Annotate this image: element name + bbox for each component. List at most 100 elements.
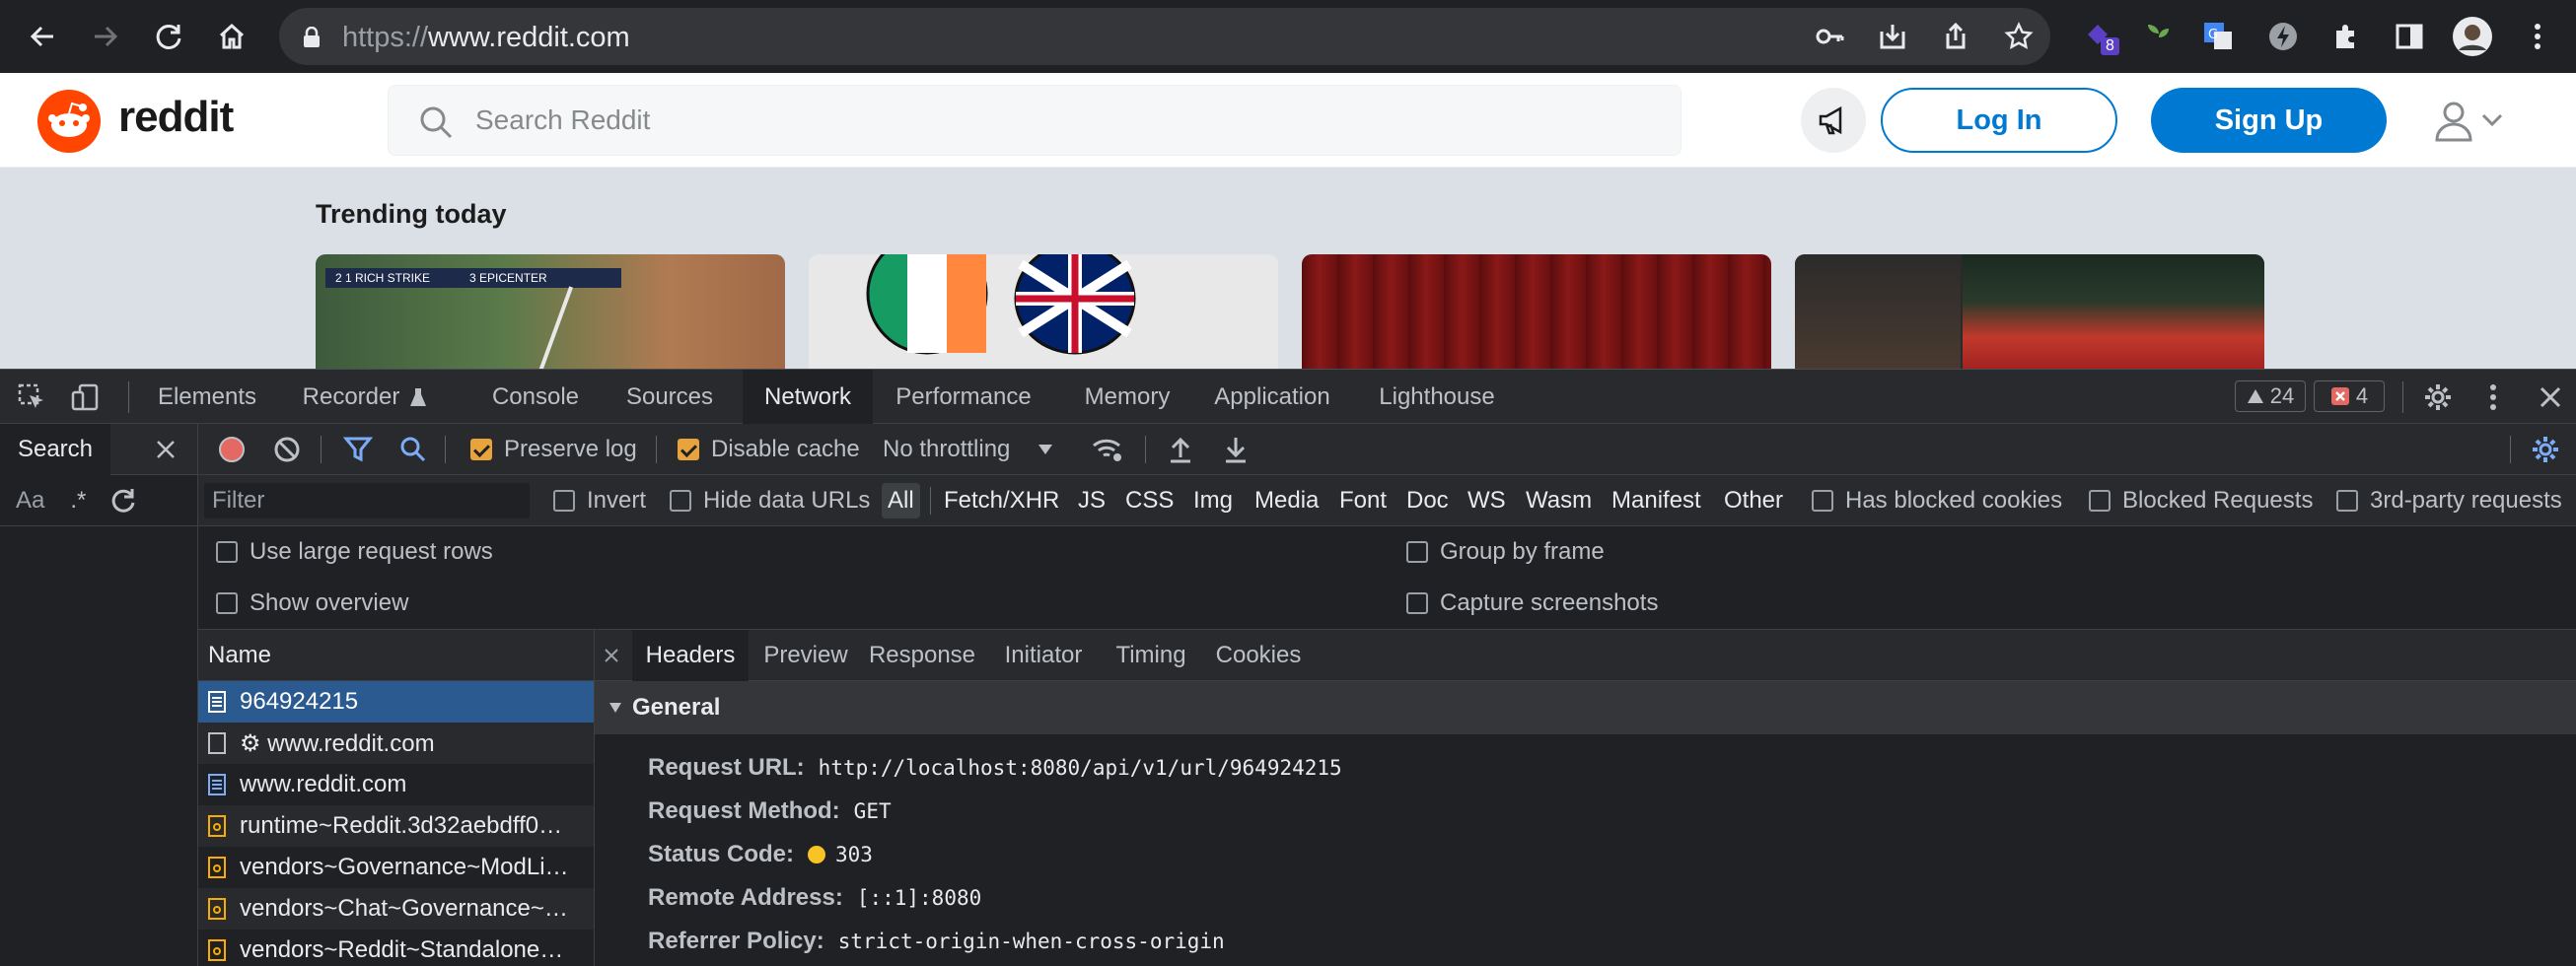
request-row[interactable]: vendors~Governance~ModLi… [198, 847, 594, 888]
tab-recorder[interactable]: Recorder [286, 370, 444, 424]
filter-type-doc[interactable]: Doc [1400, 483, 1455, 518]
network-settings-button[interactable] [2528, 432, 2563, 467]
errors-badge[interactable]: 4 [2314, 380, 2385, 412]
trending-card[interactable] [1302, 254, 1771, 369]
blocked-requests-checkbox[interactable]: Blocked Requests [2089, 483, 2313, 518]
request-row[interactable]: 964924215 [198, 681, 594, 723]
profile-avatar-button[interactable] [2448, 12, 2497, 61]
close-devtools-button[interactable] [2533, 380, 2568, 415]
checkbox-unchecked[interactable] [2336, 490, 2358, 512]
search-tab[interactable]: Search [0, 424, 110, 475]
filter-type-font[interactable]: Font [1333, 483, 1393, 518]
filter-type-media[interactable]: Media [1249, 483, 1324, 518]
devtools-menu-button[interactable] [2475, 380, 2511, 415]
address-bar[interactable]: https://www.reddit.com [279, 8, 2050, 65]
filter-type-other[interactable]: Other [1718, 483, 1789, 518]
device-toolbar-button[interactable] [67, 380, 103, 415]
reddit-logo-icon[interactable] [37, 90, 101, 153]
extension-button[interactable] [2258, 12, 2308, 61]
export-har-button[interactable] [1218, 432, 1253, 467]
tab-network[interactable]: Network [743, 370, 873, 424]
group-by-frame-checkbox[interactable]: Group by frame [1406, 534, 1605, 570]
reddit-search-box[interactable] [388, 85, 1682, 156]
match-case-button[interactable]: Aa [16, 487, 44, 515]
request-row[interactable]: vendors~Chat~Governance~… [198, 888, 594, 930]
search-toggle-button[interactable] [395, 432, 431, 467]
request-row[interactable]: ⚙ www.reddit.com [198, 723, 594, 764]
checkbox-unchecked[interactable] [1406, 592, 1428, 614]
filter-type-wasm[interactable]: Wasm [1520, 483, 1598, 518]
filter-type-fetch-xhr[interactable]: Fetch/XHR [938, 483, 1065, 518]
filter-type-all[interactable]: All [882, 483, 920, 518]
has-blocked-cookies-checkbox[interactable]: Has blocked cookies [1812, 483, 2062, 518]
show-overview-checkbox[interactable]: Show overview [216, 586, 408, 621]
devtools-settings-button[interactable] [2420, 380, 2456, 415]
tab-application[interactable]: Application [1201, 370, 1343, 424]
checkbox-checked[interactable] [470, 439, 492, 460]
clear-button[interactable] [269, 432, 305, 467]
install-app-button[interactable] [1861, 8, 1924, 65]
checkbox-unchecked[interactable] [553, 490, 575, 512]
reddit-search-input[interactable] [475, 86, 1659, 155]
home-button[interactable] [209, 14, 254, 59]
checkbox-unchecked[interactable] [670, 490, 691, 512]
invert-checkbox[interactable]: Invert [553, 483, 646, 518]
checkbox-unchecked[interactable] [2089, 490, 2111, 512]
close-search-button[interactable] [148, 432, 183, 467]
side-panel-button[interactable] [2385, 12, 2434, 61]
tab-response[interactable]: Response [861, 630, 983, 681]
request-row[interactable]: vendors~Reddit~Standalone… [198, 930, 594, 966]
extensions-menu-button[interactable] [2322, 12, 2371, 61]
tab-cookies[interactable]: Cookies [1204, 630, 1313, 681]
tab-headers[interactable]: Headers [632, 630, 749, 681]
translate-extension-button[interactable]: G [2193, 12, 2243, 61]
filter-toggle-button[interactable] [340, 432, 376, 467]
reload-button[interactable] [146, 14, 191, 59]
throttling-select[interactable]: No throttling [883, 432, 1053, 467]
refresh-icon[interactable] [109, 487, 137, 515]
checkbox-unchecked[interactable] [216, 592, 238, 614]
advertise-button[interactable] [1801, 88, 1866, 153]
browser-menu-button[interactable] [2513, 12, 2562, 61]
tab-console[interactable]: Console [471, 370, 600, 424]
filter-type-manifest[interactable]: Manifest [1606, 483, 1707, 518]
tab-performance[interactable]: Performance [882, 370, 1045, 424]
tab-elements[interactable]: Elements [140, 370, 274, 424]
extension-button[interactable]: 8 [2075, 12, 2124, 61]
close-detail-button[interactable] [595, 630, 628, 681]
inspect-element-button[interactable] [14, 380, 49, 415]
filter-type-ws[interactable]: WS [1462, 483, 1512, 518]
request-row[interactable]: runtime~Reddit.3d32aebdff0… [198, 805, 594, 847]
back-button[interactable] [20, 14, 65, 59]
regex-button[interactable]: .* [70, 487, 86, 515]
filter-type-js[interactable]: JS [1072, 483, 1111, 518]
filter-type-img[interactable]: Img [1187, 483, 1239, 518]
record-button[interactable] [214, 432, 250, 467]
tab-lighthouse[interactable]: Lighthouse [1365, 370, 1509, 424]
checkbox-checked[interactable] [678, 439, 699, 460]
forward-button[interactable] [83, 14, 128, 59]
user-dropdown[interactable] [2424, 93, 2513, 148]
general-section-header[interactable]: General [595, 681, 2576, 734]
warnings-badge[interactable]: 24 [2235, 380, 2306, 412]
signup-button[interactable]: Sign Up [2151, 88, 2387, 153]
reddit-wordmark[interactable]: reddit [118, 93, 234, 142]
preserve-log-checkbox[interactable]: Preserve log [470, 432, 637, 467]
tab-memory[interactable]: Memory [1067, 370, 1187, 424]
tab-preview[interactable]: Preview [756, 630, 855, 681]
tab-sources[interactable]: Sources [608, 370, 732, 424]
trending-card[interactable] [809, 254, 1278, 369]
trending-card[interactable] [1795, 254, 2264, 369]
checkbox-unchecked[interactable] [1406, 541, 1428, 563]
filter-type-css[interactable]: CSS [1119, 483, 1180, 518]
checkbox-unchecked[interactable] [216, 541, 238, 563]
hide-data-urls-checkbox[interactable]: Hide data URLs [670, 483, 870, 518]
bookmark-button[interactable] [1987, 8, 2050, 65]
capture-screenshots-checkbox[interactable]: Capture screenshots [1406, 586, 1658, 621]
login-button[interactable]: Log In [1881, 88, 2117, 153]
third-party-checkbox[interactable]: 3rd-party requests [2336, 483, 2562, 518]
checkbox-unchecked[interactable] [1812, 490, 1833, 512]
extension-button[interactable] [2134, 12, 2183, 61]
password-key-button[interactable] [1798, 8, 1861, 65]
import-har-button[interactable] [1163, 432, 1198, 467]
